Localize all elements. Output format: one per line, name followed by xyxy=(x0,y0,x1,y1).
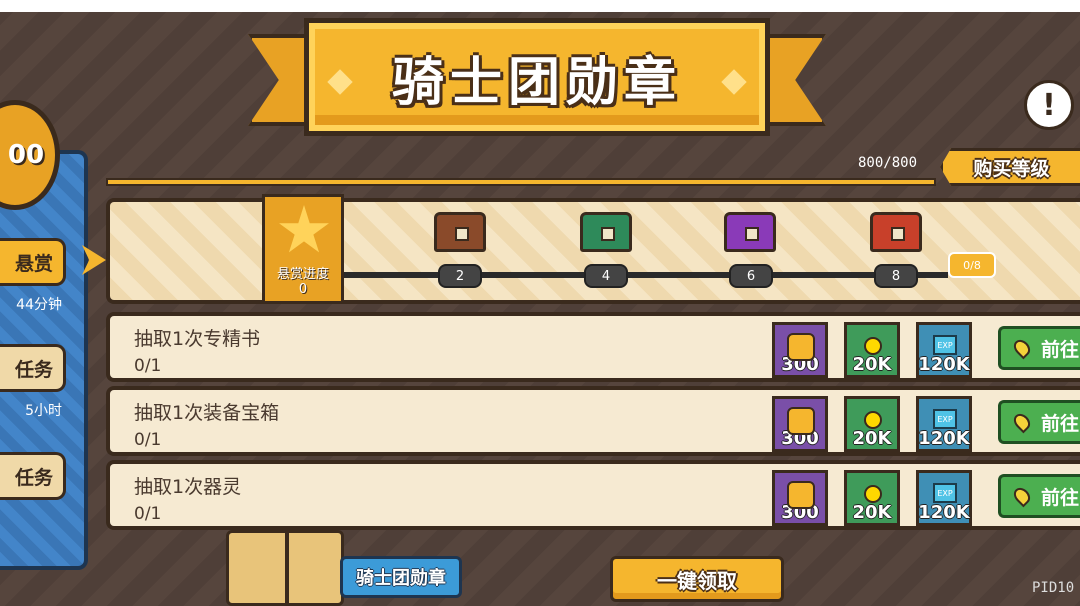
track-node: 4 xyxy=(584,264,628,288)
sidebar-item-label: 悬赏 xyxy=(14,252,53,275)
xp-progress-bar xyxy=(106,178,936,186)
sidebar-medal: 00 xyxy=(0,100,60,210)
sidebar-item-timer: 44分钟 xyxy=(16,297,62,313)
medal-value: 00 xyxy=(7,140,45,170)
reward-skillbook: 300 xyxy=(772,470,828,526)
reward-gold: 20K xyxy=(844,322,900,378)
sidebar-item-timer: 5小时 xyxy=(25,403,62,419)
go-button[interactable]: 前往 xyxy=(998,326,1080,370)
reward-exp: EXP 120K xyxy=(916,322,972,378)
badge-value: 0 xyxy=(298,282,308,297)
red-chest-icon[interactable] xyxy=(870,212,922,252)
wood-chest-icon[interactable] xyxy=(434,212,486,252)
reward-skillbook: 300 xyxy=(772,396,828,452)
knight-medal-label: 骑士团勋章 xyxy=(356,568,446,589)
track-node: 6 xyxy=(729,264,773,288)
location-pin-icon xyxy=(1010,410,1034,434)
top-band xyxy=(0,0,1080,12)
reward-exp: EXP 120K xyxy=(916,470,972,526)
exclamation-icon: ! xyxy=(1042,87,1056,123)
task-progress: 0/1 xyxy=(134,430,162,450)
exp-icon: EXP xyxy=(933,335,957,355)
star-badge-icon xyxy=(279,205,329,253)
task-row: 抽取1次专精书 0/1 300 20K EXP 120K 前往 xyxy=(106,312,1080,382)
task-row: 抽取1次器灵 0/1 300 20K EXP 120K 前往 xyxy=(106,460,1080,530)
xp-count: 800/800 xyxy=(858,155,918,171)
info-button[interactable]: ! xyxy=(1024,80,1074,130)
track-node: 2 xyxy=(438,264,482,288)
gold-coin-icon xyxy=(864,411,882,429)
diamond-icon xyxy=(721,69,747,95)
reward-amount: 20K xyxy=(852,354,892,375)
location-pin-icon xyxy=(1010,484,1034,508)
player-id: PID10 xyxy=(1032,580,1075,596)
go-label: 前往 xyxy=(1041,486,1080,509)
buy-level-button[interactable]: 购买等级 xyxy=(940,148,1080,186)
reward-exp: EXP 120K xyxy=(916,396,972,452)
skillbook-icon xyxy=(787,333,815,361)
task-name: 抽取1次装备宝箱 xyxy=(134,402,280,424)
page-title: 骑士团勋章 xyxy=(391,52,682,113)
go-button[interactable]: 前往 xyxy=(998,400,1080,444)
badge-label: 悬赏进度 xyxy=(276,267,329,282)
go-button[interactable]: 前往 xyxy=(998,474,1080,518)
sidebar-item-bounty[interactable]: 悬赏 xyxy=(0,238,66,286)
knight-medal-button[interactable]: 骑士团勋章 xyxy=(340,556,462,598)
reward-amount: 120K xyxy=(918,354,970,375)
sidebar-item-label: 任务 xyxy=(14,466,53,489)
task-name: 抽取1次专精书 xyxy=(134,328,261,350)
go-label: 前往 xyxy=(1041,412,1080,435)
reward-amount: 120K xyxy=(918,428,970,449)
loop-progress-badge: 0/8 xyxy=(948,252,996,278)
buy-level-label: 购买等级 xyxy=(973,157,1050,180)
diamond-icon xyxy=(327,69,353,95)
reward-gold: 20K xyxy=(844,396,900,452)
claim-all-label: 一键领取 xyxy=(657,568,737,593)
reward-gold: 20K xyxy=(844,470,900,526)
go-label: 前往 xyxy=(1041,338,1080,361)
reward-amount: 20K xyxy=(852,428,892,449)
sidebar-item-task[interactable]: 任务 xyxy=(0,344,66,392)
green-chest-icon[interactable] xyxy=(580,212,632,252)
bounty-progress-badge: 悬赏进度 0 xyxy=(262,194,344,304)
medal-icon: 00 xyxy=(0,100,60,210)
reward-amount: 20K xyxy=(852,502,892,523)
title-banner: 骑士团勋章 xyxy=(248,12,826,140)
track-line xyxy=(344,272,948,278)
reward-skillbook: 300 xyxy=(772,322,828,378)
skillbook-icon xyxy=(787,407,815,435)
banner-plate: 骑士团勋章 xyxy=(304,18,770,136)
task-progress: 0/1 xyxy=(134,504,162,524)
exp-icon: EXP xyxy=(933,409,957,429)
track-node: 8 xyxy=(874,264,918,288)
sidebar-item-task-2[interactable]: 任务 xyxy=(0,452,66,500)
task-row: 抽取1次装备宝箱 0/1 300 20K EXP 120K 前往 xyxy=(106,386,1080,456)
reward-amount: 120K xyxy=(918,502,970,523)
gold-coin-icon xyxy=(864,485,882,503)
task-name: 抽取1次器灵 xyxy=(134,476,242,498)
task-progress: 0/1 xyxy=(134,356,162,376)
claim-all-button[interactable]: 一键领取 xyxy=(610,556,784,602)
location-pin-icon xyxy=(1010,336,1034,360)
skillbook-icon xyxy=(787,481,815,509)
sidebar-item-label: 任务 xyxy=(14,358,53,381)
purple-chest-icon[interactable] xyxy=(724,212,776,252)
gold-coin-icon xyxy=(864,337,882,355)
exp-icon: EXP xyxy=(933,483,957,503)
medal-book-icon[interactable] xyxy=(226,530,344,606)
